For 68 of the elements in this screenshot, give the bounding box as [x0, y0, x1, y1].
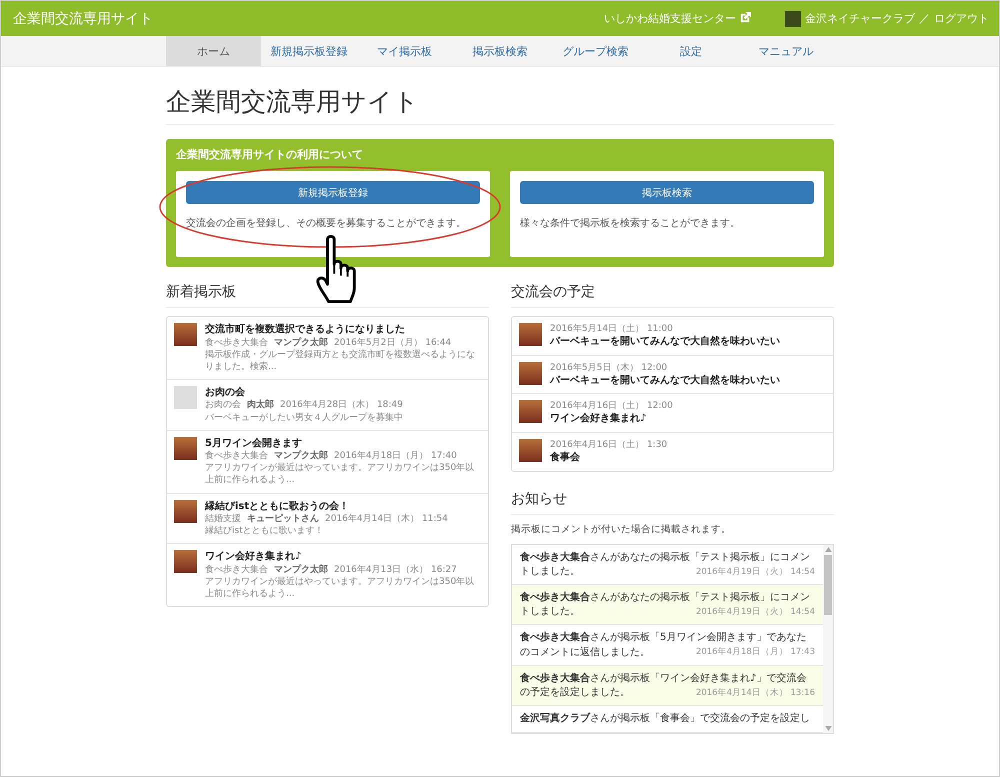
- panel-heading: 企業間交流専用サイトの利用について: [176, 147, 364, 162]
- notice-item[interactable]: 食べ歩き大集合さんが掲示板「ワイン会好き集まれ♪」で交流会の予定を設定しました。 2016年4月14日（木） 13:16: [512, 666, 823, 706]
- author-name: マンプク太郎: [274, 336, 328, 349]
- post-date: 2016年4月14日（木） 11:54: [325, 513, 448, 526]
- notice-item[interactable]: 食べ歩き大集合さんがあなたの掲示板「テスト掲示板」にコメントしました。 2016年4月19日（火） 14:54: [512, 584, 823, 626]
- post-date: 2016年4月28日（木） 18:49: [280, 399, 403, 412]
- section-heading: 新着掲示板: [166, 283, 489, 308]
- group-name: お肉の会: [205, 399, 241, 412]
- post-title[interactable]: 縁結びistとともに歌おうの会！: [205, 500, 448, 514]
- nav-tab[interactable]: マニュアル: [738, 36, 834, 66]
- event-date: 2016年5月5日（木） 12:00: [550, 362, 668, 374]
- action-button[interactable]: 掲示板検索: [520, 181, 814, 204]
- action-button[interactable]: 新規掲示板登録: [186, 181, 480, 204]
- card-description: 様々な条件で掲示板を検索することができます。: [520, 216, 741, 230]
- photo-placeholder: [174, 500, 197, 523]
- nav-tab[interactable]: グループ検索: [548, 36, 644, 66]
- separator: ／: [919, 11, 930, 26]
- event-title[interactable]: バーベキューを開いてみんなで大自然を味わいたい: [550, 335, 780, 349]
- page-title: 企業間交流専用サイト: [166, 85, 834, 125]
- section-heading: お知らせ: [511, 490, 834, 515]
- post-excerpt: アフリカワインが最近はやっています。アフリカワインは350年以上前に作られるよう...: [205, 462, 476, 487]
- group-name: 食べ歩き大集合: [205, 450, 268, 462]
- photo-placeholder: [519, 362, 542, 385]
- user-avatar: [785, 10, 801, 26]
- card-description: 交流会の企画を登録し、その概要を募集することができます。: [186, 216, 467, 230]
- photo-placeholder: [519, 323, 542, 346]
- nav-tab[interactable]: ホーム: [166, 36, 262, 66]
- notice-description: 掲示板にコメントが付いた場合に掲載されます。: [511, 522, 732, 536]
- nav-tab[interactable]: 設定: [643, 36, 739, 66]
- event-date: 2016年4月16日（土） 12:00: [550, 400, 673, 412]
- post-title[interactable]: 交流市町を複数選択できるようになりました: [205, 323, 481, 336]
- author-name: マンプク太郎: [274, 450, 328, 462]
- notice-item[interactable]: 金沢写真クラブさんが掲示板「食事会」で交流会の予定を設定し: [512, 706, 823, 734]
- nav-tab[interactable]: 掲示板検索: [452, 36, 548, 66]
- event-date: 2016年4月16日（土） 1:30: [550, 438, 668, 452]
- event-title[interactable]: 食事会: [550, 451, 668, 465]
- scroll-down-arrow-icon[interactable]: [824, 726, 832, 732]
- empty-thumbnail: [174, 386, 197, 409]
- photo-placeholder: [519, 400, 542, 424]
- external-link-icon: [740, 12, 751, 23]
- nav-tab[interactable]: 新規掲示板登録: [261, 36, 357, 66]
- author-name: 肉太郎: [247, 399, 274, 412]
- author-name: キューピットさん: [247, 513, 319, 526]
- group-name: 結婚支援: [205, 513, 241, 526]
- group-name: 食べ歩き大集合: [205, 336, 268, 349]
- photo-placeholder: [174, 550, 197, 574]
- group-name: 食べ歩き大集合: [205, 564, 268, 576]
- scroll-up-arrow-icon[interactable]: [824, 546, 832, 552]
- event-title[interactable]: バーベキューを開いてみんなで大自然を味わいたい: [550, 374, 780, 388]
- event-date: 2016年5月14日（土） 11:00: [550, 323, 674, 336]
- post-excerpt: 縁結びistとともに歌います！: [205, 525, 325, 538]
- event-title[interactable]: ワイン会好き集まれ♪: [550, 412, 673, 426]
- post-date: 2016年4月18日（月） 17:40: [334, 450, 457, 462]
- scrollbar[interactable]: [823, 544, 833, 734]
- post-title[interactable]: 5月ワイン会開きます: [205, 436, 481, 450]
- author-name: マンプク太郎: [274, 564, 328, 576]
- photo-placeholder: [174, 323, 197, 346]
- post-excerpt: 掲示板作成・グループ登録両方とも交流市町を複数選べるようになりました。検索...: [205, 348, 476, 373]
- post-date: 2016年5月2日（月） 16:44: [334, 336, 452, 349]
- photo-placeholder: [174, 436, 197, 460]
- post-excerpt: アフリカワインが最近はやっています。アフリカワインは350年以上前に作られるよう...: [205, 576, 476, 600]
- post-date: 2016年4月13日（水） 16:27: [334, 564, 457, 576]
- post-title[interactable]: ワイン会好き集まれ♪: [205, 550, 481, 564]
- post-title[interactable]: お肉の会: [205, 386, 403, 400]
- nav-tab[interactable]: マイ掲示板: [356, 36, 452, 66]
- section-heading: 交流会の予定: [511, 283, 834, 308]
- photo-placeholder: [519, 438, 542, 462]
- post-excerpt: バーベキューがしたい男女４人グループを募集中: [205, 412, 403, 424]
